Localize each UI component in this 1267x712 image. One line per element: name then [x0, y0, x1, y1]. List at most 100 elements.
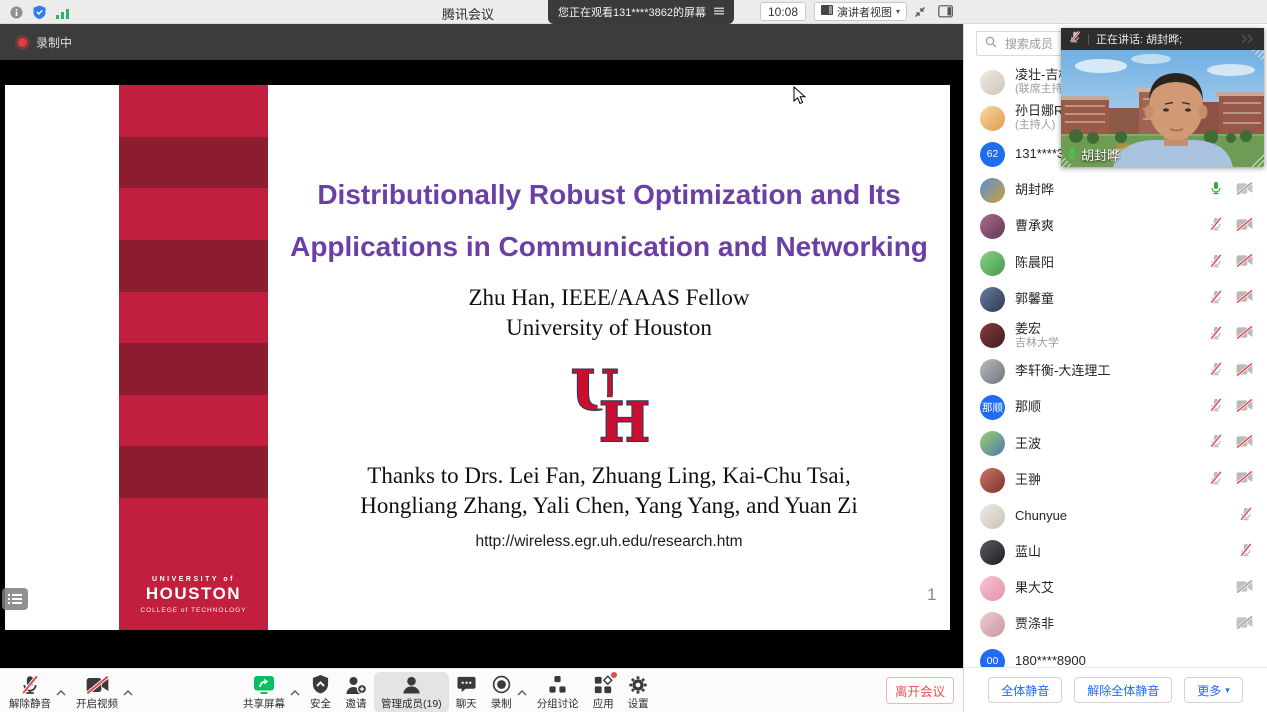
member-row[interactable]: 陈晨阳 [964, 245, 1267, 281]
camera-off-icon[interactable] [1236, 435, 1253, 453]
camera-off-icon[interactable] [1236, 182, 1253, 200]
member-row[interactable]: 00180****8900 [964, 643, 1267, 668]
camera-off-icon[interactable] [1236, 254, 1253, 272]
camera-off-icon[interactable] [1236, 363, 1253, 381]
camera-off-icon[interactable] [1236, 471, 1253, 489]
speaker-video-window[interactable]: 正在讲话: 胡封晔; [1061, 28, 1264, 167]
member-row[interactable]: 那顺那顺 [964, 390, 1267, 426]
member-row[interactable]: 蓝山 [964, 534, 1267, 570]
mic-muted-icon[interactable] [1209, 398, 1223, 417]
member-avatar [980, 178, 1005, 203]
mic-muted-icon[interactable] [1209, 434, 1223, 453]
toolbar-button-security-shield[interactable]: 安全 [303, 672, 338, 712]
member-row[interactable]: 王翀 [964, 462, 1267, 498]
annotation-toolbar-toggle[interactable] [2, 588, 28, 610]
mic-muted-icon[interactable] [1209, 290, 1223, 309]
share-screen-icon [253, 674, 275, 695]
recording-bar: 录制中 [0, 24, 963, 60]
camera-off-icon [86, 674, 109, 695]
member-row[interactable]: 贾涤非 [964, 607, 1267, 643]
app-title: 腾讯会议 [442, 4, 494, 23]
network-signal-icon[interactable] [56, 6, 69, 24]
camera-off-icon[interactable] [1236, 616, 1253, 634]
member-avatar [980, 106, 1005, 131]
speaker-name: 胡封晔 [1081, 145, 1120, 164]
presentation-slide: UNIVERSITY of HOUSTON COLLEGE of TECHNOL… [5, 85, 950, 630]
member-row[interactable]: 胡封晔 [964, 173, 1267, 209]
member-name: 果大艾 [1015, 581, 1236, 596]
toolbar-button-camera-off[interactable]: 开启视频 [69, 672, 125, 712]
camera-off-icon[interactable] [1236, 290, 1253, 308]
member-row[interactable]: 曹承爽 [964, 209, 1267, 245]
member-role-label: 吉林大学 [1015, 337, 1209, 350]
collapse-arrows-icon[interactable] [912, 4, 928, 25]
toolbar-button-breakout-rooms[interactable]: 分组讨论 [530, 672, 586, 712]
speaking-now-label: 正在讲话: 胡封晔; [1096, 31, 1182, 47]
shared-screen-area: UNIVERSITY of HOUSTON COLLEGE of TECHNOL… [0, 60, 963, 668]
button-label: 更多 [1197, 682, 1221, 699]
member-avatar: 62 [980, 142, 1005, 167]
mic-muted-icon[interactable] [1209, 217, 1223, 236]
chat-icon [456, 674, 477, 695]
toolbar-button-apps[interactable]: 应用 [586, 672, 621, 712]
member-row[interactable]: 李轩衡-大连理工 [964, 354, 1267, 390]
camera-off-icon[interactable] [1236, 399, 1253, 417]
toolbar-button-label: 安全 [310, 696, 331, 711]
divider [1088, 34, 1089, 45]
slide-thanks-line1: Thanks to Drs. Lei Fan, Zhuang Ling, Kai… [268, 461, 950, 491]
mute-all-button[interactable]: 全体静音 [988, 677, 1062, 703]
slide-title-line2: Applications in Communication and Networ… [268, 221, 950, 273]
more-button[interactable]: 更多▾ [1184, 677, 1243, 703]
toolbar-button-record[interactable]: 录制 [484, 672, 519, 712]
member-row[interactable]: 王波 [964, 426, 1267, 462]
member-avatar [980, 214, 1005, 239]
banner-menu-icon[interactable] [714, 6, 724, 18]
slide-stripe [119, 188, 268, 240]
member-row[interactable]: 果大艾 [964, 571, 1267, 607]
mic-muted-icon[interactable] [1209, 471, 1223, 490]
mic-on-icon[interactable] [1209, 181, 1223, 200]
member-name: 贾涤非 [1015, 617, 1236, 632]
slide-author-block: Zhu Han, IEEE/AAAS Fellow University of … [268, 283, 950, 343]
info-icon[interactable] [10, 6, 23, 24]
camera-off-icon[interactable] [1236, 326, 1253, 344]
member-row[interactable]: 郭馨童 [964, 281, 1267, 317]
search-icon [985, 35, 997, 53]
toolbar-button-chat[interactable]: 聊天 [449, 672, 484, 712]
toolbar-button-invite-user[interactable]: 邀请 [338, 672, 374, 712]
toolbar-button-share-screen[interactable]: 共享屏幕 [236, 672, 292, 712]
slide-page-number: 1 [927, 585, 936, 605]
mic-muted-icon[interactable] [1209, 254, 1223, 273]
camera-off-icon[interactable] [1236, 580, 1253, 598]
member-avatar [980, 431, 1005, 456]
toolbar-button-label: 开启视频 [76, 696, 118, 711]
mic-muted-icon[interactable] [1239, 507, 1253, 526]
mic-muted-icon[interactable] [1239, 543, 1253, 562]
member-avatar: 那顺 [980, 395, 1005, 420]
toolbar-button-settings-gear[interactable]: 设置 [621, 672, 656, 712]
mic-muted-icon[interactable] [1209, 362, 1223, 381]
meeting-time: 10:08 [760, 2, 806, 21]
tencent-meeting-window: 腾讯会议 您正在观看131****3862的屏幕 10:08 演讲者视图 ▾ 录… [0, 0, 1267, 712]
member-avatar [980, 576, 1005, 601]
mic-muted-icon[interactable] [1209, 326, 1223, 345]
watching-banner[interactable]: 您正在观看131****3862的屏幕 [548, 0, 734, 24]
view-mode-selector[interactable]: 演讲者视图 ▾ [814, 2, 907, 21]
mic-muted-icon [1069, 30, 1081, 48]
slide-stripe [119, 137, 268, 189]
member-row[interactable]: 姜宏吉林大学 [964, 317, 1267, 353]
toolbar-button-members[interactable]: 管理成员(19) [374, 672, 449, 712]
toolbar-button-label: 邀请 [346, 696, 367, 711]
member-row[interactable]: Chunyue [964, 498, 1267, 534]
speaker-video-header: 正在讲话: 胡封晔; [1061, 28, 1264, 50]
double-chevron-icon[interactable] [1238, 34, 1256, 44]
unmute-all-button[interactable]: 解除全体静音 [1074, 677, 1172, 703]
shield-icon[interactable] [33, 5, 46, 24]
camera-off-icon[interactable] [1236, 218, 1253, 236]
leave-meeting-button[interactable]: 离开会议 [886, 677, 954, 704]
toolbar-button-mic-off[interactable]: 解除静音 [2, 672, 58, 712]
member-avatar [980, 504, 1005, 529]
sidebar-toggle-icon[interactable] [938, 5, 954, 23]
member-avatar [980, 468, 1005, 493]
slide-stripe [119, 85, 268, 137]
